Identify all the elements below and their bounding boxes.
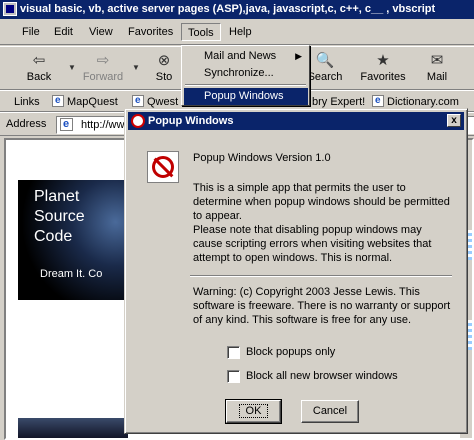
menu-item-popup-windows[interactable]: Popup Windows (184, 88, 308, 105)
menu-help[interactable]: Help (223, 23, 258, 41)
ie-page-icon (132, 93, 144, 109)
search-icon: 🔍 (315, 52, 335, 69)
menu-separator (185, 84, 306, 86)
menu-view[interactable]: View (83, 23, 119, 41)
link-mapquest[interactable]: MapQuest (52, 93, 118, 110)
stop-icon: ⊗ (157, 52, 171, 69)
window-app-icon (3, 2, 17, 16)
dialog-title-bar: Popup Windows x (128, 112, 464, 130)
forward-arrow-icon: ⇨ (96, 52, 110, 69)
dialog-title: Popup Windows (148, 115, 234, 127)
mail-icon: ✉ (430, 52, 444, 69)
menu-file[interactable]: File (16, 23, 46, 41)
links-label: Links (14, 96, 40, 108)
no-popup-small-icon (131, 114, 145, 128)
no-popup-icon (147, 151, 179, 183)
checkbox-box[interactable] (227, 346, 240, 359)
back-dropdown-icon[interactable]: ▼ (68, 63, 76, 72)
dialog-note-text: Please note that disabling popup windows… (193, 224, 432, 264)
menubar: File Edit View Favorites Tools Help (0, 19, 474, 45)
forward-dropdown-icon[interactable]: ▼ (132, 63, 140, 72)
cancel-button[interactable]: Cancel (301, 400, 359, 423)
dialog-description-text: This is a simple app that permits the us… (193, 182, 450, 222)
dialog-warning-text: Warning: (c) Copyright 2003 Jesse Lewis.… (193, 286, 451, 326)
page-banner-strip (18, 418, 128, 438)
address-value: http://ww (81, 119, 125, 131)
favorites-icon: ★ (376, 52, 390, 69)
popup-windows-dialog: Popup Windows x Popup Windows Version 1.… (124, 108, 468, 434)
stop-button[interactable]: ⊗ Sto (146, 49, 182, 89)
menu-tools[interactable]: Tools (181, 23, 221, 41)
ie-page-icon (52, 93, 64, 109)
address-label: Address (6, 118, 47, 130)
back-arrow-icon: ⇦ (32, 52, 46, 69)
favorites-button[interactable]: ★ Favorites (356, 49, 410, 89)
submenu-arrow-icon: ▶ (295, 51, 302, 61)
dialog-separator (190, 275, 452, 277)
forward-button[interactable]: ⇨ Forward (76, 49, 130, 89)
menu-edit[interactable]: Edit (48, 23, 79, 41)
ie-page-icon (60, 117, 73, 132)
ie-page-icon (372, 93, 384, 109)
ok-button[interactable]: OK (225, 399, 282, 424)
dialog-version-text: Popup Windows Version 1.0 (193, 152, 331, 164)
dialog-body: Popup Windows Version 1.0 This is a simp… (128, 133, 464, 431)
back-button[interactable]: ⇦ Back (12, 49, 66, 89)
mail-button[interactable]: ✉ Mail (410, 49, 464, 89)
dialog-close-button[interactable]: x (447, 114, 461, 127)
window-title: visual basic, vb, active server pages (A… (20, 3, 436, 15)
menu-item-mail-and-news[interactable]: Mail and News ▶ (184, 48, 308, 65)
window-title-bar: visual basic, vb, active server pages (A… (0, 0, 474, 19)
tools-dropdown-menu: Mail and News ▶ Synchronize... Popup Win… (181, 45, 310, 106)
menu-favorites[interactable]: Favorites (122, 23, 179, 41)
menu-item-synchronize[interactable]: Synchronize... (184, 65, 308, 82)
checkbox-box[interactable] (227, 370, 240, 383)
